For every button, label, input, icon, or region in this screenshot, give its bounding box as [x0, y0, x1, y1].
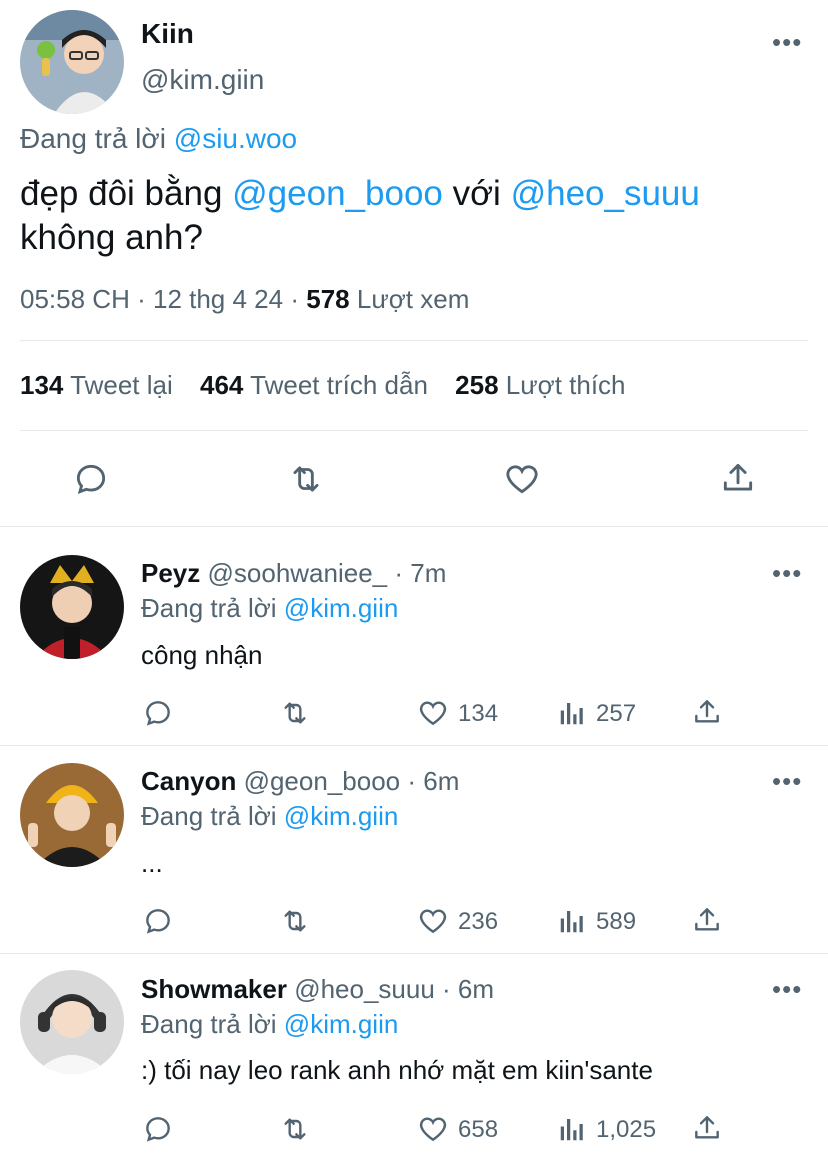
retweets-count: 134 [20, 370, 64, 400]
more-options-icon[interactable]: ••• [772, 560, 802, 586]
replying-to-link[interactable]: @kim.giin [284, 801, 399, 831]
reply-time[interactable]: · 7m [394, 558, 446, 588]
retweet-icon[interactable] [284, 458, 328, 500]
replying-to-link[interactable]: @siu.woo [174, 123, 297, 154]
retweets-stat[interactable]: 134 Tweet lại [20, 370, 180, 400]
quotes-stat[interactable]: 464 Tweet trích dẫn [200, 370, 435, 400]
views-label: Lượt xem [356, 284, 470, 314]
reply-author-name[interactable]: Peyz [141, 558, 200, 588]
reply-icon[interactable] [140, 1112, 176, 1146]
like-count: 658 [458, 1116, 499, 1143]
replying-to-link[interactable]: @kim.giin [284, 1009, 399, 1039]
views-count: 589 [596, 908, 637, 935]
replying-prefix: Đang trả lời [141, 593, 277, 623]
replying-prefix: Đang trả lời [141, 1009, 277, 1039]
retweet-icon[interactable] [276, 1112, 314, 1146]
more-options-icon[interactable]: ••• [772, 976, 802, 1002]
retweets-label: Tweet lại [70, 370, 173, 400]
quotes-count: 464 [200, 370, 244, 400]
reply-time[interactable]: · 6m [407, 766, 459, 796]
reply-icon[interactable] [140, 904, 176, 938]
replying-to-line: Đang trả lời @kim.giin [141, 1009, 398, 1040]
likes-count: 258 [455, 370, 499, 400]
mention-geon[interactable]: @geon_booo [232, 174, 443, 213]
divider [20, 340, 808, 341]
likes-label: Lượt thích [505, 370, 626, 400]
avatar-showmaker[interactable] [20, 970, 124, 1074]
replying-to-line: Đang trả lời @kim.giin [141, 593, 398, 624]
share-icon[interactable] [690, 902, 724, 938]
share-icon[interactable] [690, 694, 724, 730]
divider [20, 430, 808, 431]
avatar-canyon[interactable] [20, 763, 124, 867]
replying-prefix: Đang trả lời [20, 123, 166, 154]
divider [0, 526, 828, 527]
share-icon[interactable] [716, 456, 760, 500]
divider [0, 745, 828, 746]
tweet-time[interactable]: 05:58 CH [20, 284, 130, 314]
reply-author-handle[interactable]: @geon_booo [244, 766, 401, 796]
tweet-date[interactable]: 12 thg 4 24 [153, 284, 283, 314]
tweet-meta: 05:58 CH · 12 thg 4 24 · 578 Lượt xem [20, 284, 469, 315]
replying-prefix: Đang trả lời [141, 801, 277, 831]
views-icon[interactable] [555, 696, 589, 730]
tweet-text-part: đẹp đôi bằng [20, 174, 223, 213]
reply-author-handle[interactable]: @soohwaniee_ [208, 558, 388, 588]
reply-author-handle[interactable]: @heo_suuu [294, 974, 435, 1004]
reply-text: công nhận [141, 640, 263, 670]
reply-text: ... [141, 848, 163, 878]
tweet-text: đẹp đôi bằng @geon_booo với @heo_suuu kh… [20, 172, 810, 260]
like-icon[interactable] [415, 696, 451, 730]
views-icon[interactable] [555, 904, 589, 938]
replying-to-line: Đang trả lời @kim.giin [141, 801, 398, 832]
retweet-icon[interactable] [276, 904, 314, 938]
divider [0, 953, 828, 954]
like-count: 134 [458, 700, 499, 727]
share-icon[interactable] [690, 1110, 724, 1146]
views-icon[interactable] [555, 1112, 589, 1146]
reply-icon[interactable] [140, 696, 176, 730]
meta-separator: · [290, 284, 300, 314]
meta-separator: · [137, 284, 146, 314]
avatar-peyz[interactable] [20, 555, 124, 659]
reply-author-name[interactable]: Canyon [141, 766, 236, 796]
like-icon[interactable] [415, 1112, 451, 1146]
quotes-label: Tweet trích dẫn [250, 370, 428, 400]
reply-text: :) tối nay leo rank anh nhớ mặt em kiin'… [141, 1055, 653, 1085]
replying-to-link[interactable]: @kim.giin [284, 593, 399, 623]
like-icon[interactable] [500, 458, 544, 500]
views-count: 578 [306, 284, 350, 314]
reply-header: Canyon @geon_booo · 6m [141, 766, 459, 797]
views-count: 257 [596, 700, 637, 727]
more-options-icon[interactable]: ••• [772, 768, 802, 794]
reply-header: Peyz @soohwaniee_ · 7m [141, 558, 446, 589]
views-count: 1,025 [596, 1116, 657, 1143]
reply-icon[interactable] [70, 458, 112, 500]
likes-stat[interactable]: 258 Lượt thích [455, 370, 625, 400]
tweet-text-part: với [452, 174, 501, 213]
author-name[interactable]: Kiin [141, 18, 194, 50]
avatar-kiin[interactable] [20, 10, 124, 114]
reply-time[interactable]: · 6m [442, 974, 494, 1004]
retweet-icon[interactable] [276, 696, 314, 730]
reply-header: Showmaker @heo_suuu · 6m [141, 974, 494, 1005]
replying-to-line: Đang trả lời @siu.woo [20, 123, 297, 155]
engagement-stats: 134 Tweet lại 464 Tweet trích dẫn 258 Lư… [20, 370, 626, 401]
like-icon[interactable] [415, 904, 451, 938]
tweet-text-part: không anh? [20, 218, 203, 257]
author-handle[interactable]: @kim.giin [141, 64, 264, 96]
reply-author-name[interactable]: Showmaker [141, 974, 287, 1004]
more-options-icon[interactable]: ••• [772, 29, 802, 55]
like-count: 236 [458, 908, 499, 935]
mention-heo[interactable]: @heo_suuu [511, 174, 700, 213]
